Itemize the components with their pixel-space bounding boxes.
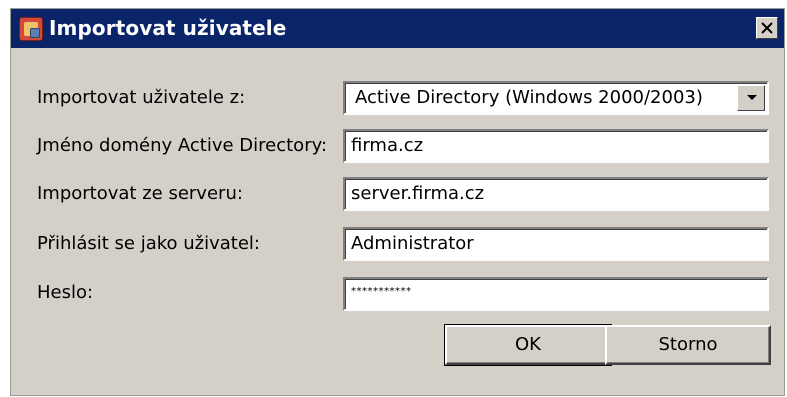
close-icon	[761, 22, 773, 34]
domain-label: Jméno domény Active Directory:	[37, 135, 328, 156]
server-label: Importovat ze serveru:	[37, 183, 243, 204]
import-from-label: Importovat uživatele z:	[37, 87, 246, 108]
domain-value: firma.cz	[351, 135, 424, 156]
domain-field[interactable]: firma.cz	[343, 129, 769, 163]
import-users-icon	[19, 17, 43, 41]
close-button[interactable]	[756, 17, 778, 39]
dropdown-button[interactable]	[737, 85, 765, 111]
login-value: Administrator	[351, 233, 474, 254]
app-icon-shape-2	[30, 28, 40, 38]
dialog-title: Importovat uživatele	[49, 16, 287, 40]
import-from-value: Active Directory (Windows 2000/2003)	[355, 87, 703, 108]
chevron-down-icon	[747, 95, 757, 100]
import-users-dialog: Importovat uživatele Importovat uživatel…	[10, 8, 785, 396]
password-label: Heslo:	[37, 282, 94, 303]
import-from-dropdown[interactable]: Active Directory (Windows 2000/2003)	[343, 81, 769, 115]
ok-button[interactable]: OK	[444, 324, 612, 366]
login-field[interactable]: Administrator	[343, 227, 769, 261]
password-field[interactable]: ***********	[343, 277, 769, 311]
server-field[interactable]: server.firma.cz	[343, 177, 769, 211]
password-value: ***********	[351, 286, 412, 297]
server-value: server.firma.cz	[351, 183, 485, 204]
title-bar: Importovat uživatele	[11, 9, 784, 48]
cancel-button[interactable]: Storno	[605, 325, 771, 365]
login-label: Přihlásit se jako uživatel:	[37, 233, 260, 254]
